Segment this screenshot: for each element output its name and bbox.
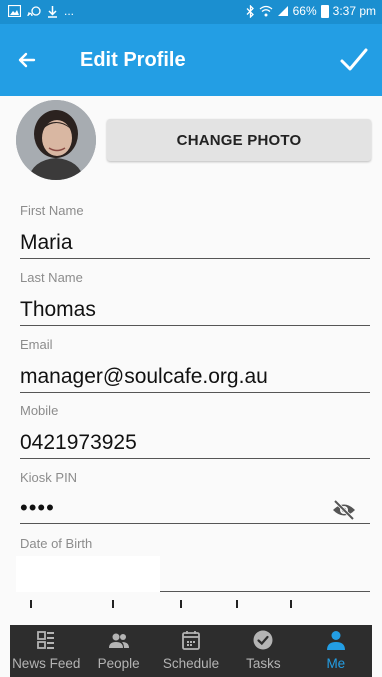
battery-icon xyxy=(320,4,329,18)
last-name-input[interactable] xyxy=(20,294,370,326)
nav-item-tasks[interactable]: Tasks xyxy=(227,625,299,677)
date-of-birth-redaction xyxy=(16,556,160,592)
bottom-navigation: News Feed People Schedule Tasks Me xyxy=(10,625,372,677)
first-name-label: First Name xyxy=(20,203,84,218)
nav-label-news-feed: News Feed xyxy=(12,656,81,671)
image-icon xyxy=(8,5,21,17)
wifi-icon xyxy=(259,5,273,17)
nav-label-people: People xyxy=(97,656,140,671)
status-bar: ... 66% 3:37 pm xyxy=(0,0,382,24)
battery-percent: 66% xyxy=(292,4,317,18)
cast-icon xyxy=(27,6,41,17)
next-field-clipped xyxy=(0,596,382,610)
more-notifications-text: ... xyxy=(64,4,75,18)
status-notifications: ... xyxy=(8,4,74,18)
nav-label-me: Me xyxy=(326,656,346,671)
first-name-input[interactable] xyxy=(20,227,370,259)
save-check-icon[interactable] xyxy=(336,42,372,78)
avatar[interactable] xyxy=(16,100,96,180)
nav-item-people[interactable]: People xyxy=(82,625,154,677)
back-arrow-icon[interactable] xyxy=(16,44,52,76)
nav-item-news-feed[interactable]: News Feed xyxy=(10,625,82,677)
email-input[interactable] xyxy=(20,361,370,393)
date-of-birth-label: Date of Birth xyxy=(20,536,93,551)
calendar-icon xyxy=(182,631,200,650)
nav-item-me[interactable]: Me xyxy=(300,625,372,677)
people-icon xyxy=(108,633,129,648)
download-icon xyxy=(48,5,57,18)
nav-label-tasks: Tasks xyxy=(246,656,281,671)
last-name-label: Last Name xyxy=(20,270,83,285)
nav-label-schedule: Schedule xyxy=(162,656,220,671)
nav-item-schedule[interactable]: Schedule xyxy=(155,625,227,677)
signal-icon xyxy=(277,6,288,16)
kiosk-pin-label: Kiosk PIN xyxy=(20,470,78,485)
change-photo-button[interactable]: CHANGE PHOTO xyxy=(107,119,371,161)
nav-gap xyxy=(0,611,382,625)
mobile-input[interactable] xyxy=(20,427,370,459)
mobile-label: Mobile xyxy=(20,403,59,418)
kiosk-pin-input[interactable] xyxy=(20,492,370,524)
email-label: Email xyxy=(20,337,53,352)
profile-photo xyxy=(16,100,96,180)
status-system: 66% 3:37 pm xyxy=(246,4,376,18)
news-feed-icon xyxy=(37,631,55,649)
person-icon xyxy=(326,631,345,650)
app-toolbar: Edit Profile xyxy=(0,24,382,96)
edit-profile-screen: ... 66% 3:37 pm Edit Profile CHANGE PHOT… xyxy=(0,0,382,677)
clock: 3:37 pm xyxy=(332,4,376,18)
check-circle-icon xyxy=(253,630,273,650)
bluetooth-icon xyxy=(246,4,254,18)
visibility-off-icon[interactable] xyxy=(332,500,356,520)
page-title: Edit Profile xyxy=(80,49,186,71)
